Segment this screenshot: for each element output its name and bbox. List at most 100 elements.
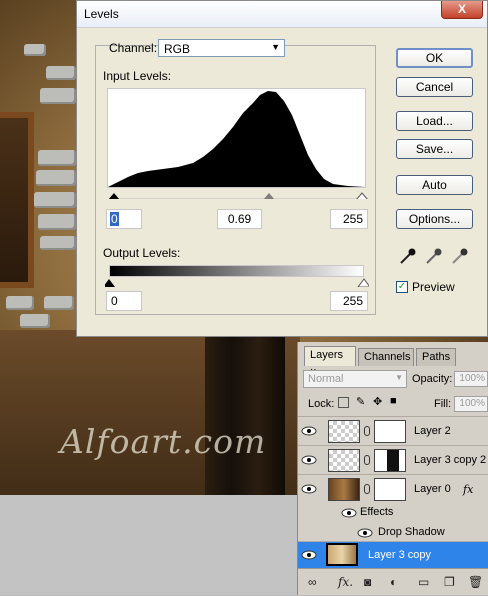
layers-bottom-bar: ∞ fx. ◙ ◐ ▭ ❐ 🗑 [298, 568, 488, 596]
new-layer-icon[interactable]: ❐ [444, 575, 455, 589]
stone [36, 170, 76, 186]
layer-row-selected[interactable]: Layer 3 copy [298, 541, 488, 568]
layer-name: Layer 2 [414, 425, 451, 437]
preview-label: Preview [412, 280, 455, 294]
tab-paths[interactable]: Paths [416, 348, 456, 366]
chevron-down-icon: ▼ [271, 42, 280, 52]
watermark-text: Alfoart.com [60, 422, 267, 461]
eye-icon[interactable] [356, 525, 374, 541]
histogram [107, 88, 366, 188]
ok-button[interactable]: OK [396, 48, 473, 68]
auto-button[interactable]: Auto [396, 175, 473, 195]
layer-name: Layer 3 copy [368, 549, 431, 561]
options-button[interactable]: Options... [396, 209, 473, 229]
preview-checkbox[interactable]: ✓ [396, 281, 408, 293]
eye-icon[interactable] [340, 505, 358, 521]
trash-icon[interactable]: 🗑 [468, 575, 483, 589]
layer-mask-thumbnail [374, 449, 406, 472]
add-mask-icon[interactable]: ◙ [364, 575, 371, 589]
fill-label: Fill: [434, 398, 452, 410]
input-levels-label: Input Levels: [103, 69, 172, 83]
stone [24, 44, 46, 56]
stone [34, 192, 76, 208]
output-white-field[interactable]: 255 [330, 291, 368, 311]
input-slider[interactable] [107, 189, 369, 199]
histogram-graph [108, 91, 365, 187]
blend-mode-select[interactable]: Normal ▼ [303, 370, 407, 388]
output-gradient [109, 265, 364, 277]
gray-eyedropper-icon[interactable] [423, 245, 445, 267]
layers-panel: Layers × Channels Paths Normal ▼ Opacity… [297, 342, 488, 595]
lock-all-icon[interactable]: ■ [390, 395, 397, 407]
layer-mask-thumbnail [374, 478, 406, 501]
stone [20, 314, 50, 328]
white-point-handle [356, 192, 368, 199]
layer-thumbnail [326, 543, 358, 566]
output-slider[interactable] [105, 277, 369, 287]
eye-icon[interactable] [300, 547, 318, 563]
layer-thumbnail [328, 420, 360, 443]
link-icon [364, 426, 370, 436]
stone [38, 214, 76, 230]
opacity-label: Opacity: [412, 373, 453, 385]
panel-tabs: Layers × Channels Paths [298, 346, 488, 378]
input-black-field[interactable]: 0 [106, 209, 142, 229]
layer-row[interactable]: Layer 2 [298, 416, 488, 445]
white-eyedropper-icon[interactable] [449, 245, 471, 267]
lock-brush-icon[interactable]: ✎ [356, 395, 365, 408]
input-black-value: 0 [110, 212, 119, 226]
layer-row[interactable]: Layer 3 copy 2 [298, 445, 488, 474]
fill-field[interactable]: 100% [454, 396, 488, 412]
gamma-handle [263, 193, 275, 199]
eye-icon[interactable] [300, 423, 318, 439]
adjustment-layer-icon[interactable]: ◐ [390, 575, 397, 589]
levels-dialog: Levels X Channel: RGB ▼ Input Levels: 0 … [76, 0, 488, 337]
effect-name: Drop Shadow [378, 526, 445, 538]
dialog-title: Levels [84, 7, 119, 21]
layer-name: Layer 0 [414, 483, 451, 495]
channel-value: RGB [164, 42, 191, 56]
eye-icon[interactable] [300, 481, 318, 497]
link-layers-icon[interactable]: ∞ [308, 575, 317, 589]
lock-move-icon[interactable]: ✥ [373, 395, 382, 408]
channel-label: Channel: [109, 41, 158, 55]
input-white-field[interactable]: 255 [330, 209, 368, 229]
stone [44, 296, 74, 310]
lock-label: Lock: [308, 398, 335, 410]
tab-channels[interactable]: Channels [358, 348, 414, 366]
channel-select[interactable]: RGB ▼ [158, 39, 285, 57]
input-gamma-field[interactable]: 0.69 [217, 209, 262, 229]
effects-row[interactable]: Effects [298, 503, 488, 523]
eye-icon[interactable] [300, 452, 318, 468]
output-levels-label: Output Levels: [103, 246, 181, 260]
lock-transparency-icon[interactable] [338, 397, 349, 408]
black-eyedropper-icon[interactable] [397, 245, 419, 267]
cancel-button[interactable]: Cancel [396, 77, 473, 97]
dialog-titlebar[interactable]: Levels X [77, 1, 487, 28]
effect-row[interactable]: Drop Shadow [298, 523, 488, 543]
stone [40, 88, 76, 104]
black-point-handle [108, 193, 120, 199]
fx-icon[interactable]: fx [463, 483, 473, 496]
load-button[interactable]: Load... [396, 111, 473, 131]
layer-row[interactable]: Layer 0 fx [298, 474, 488, 503]
output-black-field[interactable]: 0 [106, 291, 142, 311]
picture-frame [0, 112, 34, 288]
layer-thumbnail [328, 478, 360, 501]
effects-label: Effects [360, 506, 394, 518]
link-icon [364, 484, 370, 494]
tab-layers[interactable]: Layers × [304, 346, 356, 378]
input-white-value: 255 [342, 212, 363, 226]
stone [6, 296, 34, 310]
close-icon: X [457, 2, 466, 16]
stone [46, 66, 76, 80]
stone [38, 150, 76, 166]
save-button[interactable]: Save... [396, 139, 473, 159]
blend-mode-value: Normal [308, 373, 344, 385]
opacity-field[interactable]: 100% [454, 371, 488, 387]
chevron-down-icon: ▼ [395, 373, 403, 382]
new-group-icon[interactable]: ▭ [418, 575, 429, 589]
stone [40, 236, 76, 250]
close-button[interactable]: X [441, 1, 483, 19]
add-style-icon[interactable]: fx. [338, 575, 353, 589]
